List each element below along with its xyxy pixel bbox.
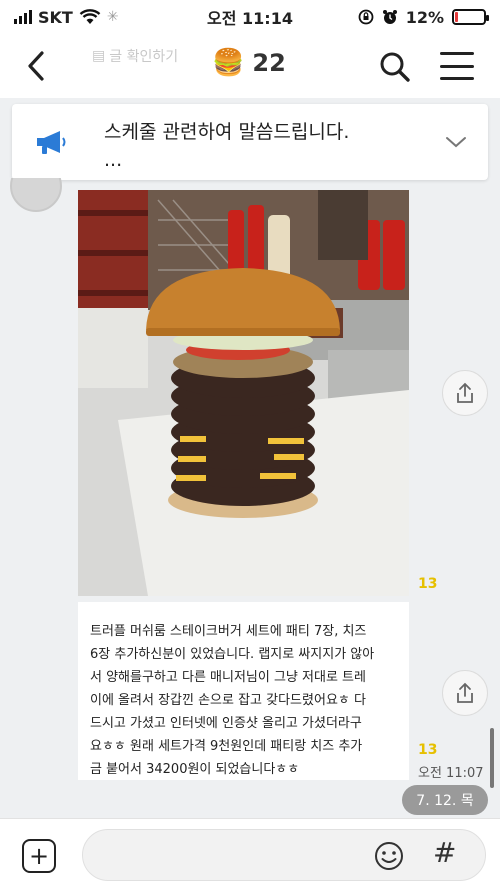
status-bar: SKT ✳ 오전 11:14 12% (0, 0, 500, 34)
message-line: 드시고 가셨고 인터넷에 인증샷 올리고 가셨더라구 (90, 716, 362, 731)
search-icon (380, 52, 410, 82)
scrollbar[interactable] (490, 728, 494, 788)
back-button[interactable] (18, 48, 54, 84)
lock-rotation-icon (358, 9, 374, 25)
share-button[interactable] (442, 670, 488, 716)
hashtag-icon[interactable]: # (433, 836, 456, 869)
message-line: 트러플 머쉬룸 스테이크버거 세트에 패티 7장, 치즈 (90, 624, 367, 639)
notice-line1: 스케줄 관련하여 말씀드립니다. (104, 121, 350, 143)
message-line: 금 붙어서 34200원이 되었습니다ㅎㅎ (90, 762, 300, 777)
signal-icon (14, 10, 32, 24)
message-bubble[interactable]: 트러플 머쉬룸 스테이크버거 세트에 패티 7장, 치즈 6장 추가하신분이 있… (78, 602, 409, 780)
megaphone-icon (37, 131, 66, 154)
message-field[interactable]: # (82, 829, 486, 881)
message-line: 6장 추가하신분이 있었습니다. 랩지로 싸지지가 않아 (90, 647, 375, 662)
alarm-icon (382, 10, 397, 24)
input-bar: + # (0, 818, 500, 888)
avatar[interactable] (10, 178, 62, 212)
status-left: SKT ✳ (14, 8, 119, 27)
message-input[interactable] (101, 842, 361, 870)
menu-line (440, 77, 474, 80)
attach-button[interactable]: + (22, 839, 56, 873)
loading-spinner-icon: ✳ (106, 9, 119, 25)
burger-photo (78, 190, 409, 596)
chevron-down-icon[interactable] (444, 130, 468, 154)
share-icon (457, 382, 473, 403)
unread-count: 13 (418, 742, 438, 758)
share-button[interactable] (442, 370, 488, 416)
message-line: 이에 올려서 장갑낀 손으로 잡고 갖다드렸어요ㅎ 다 (90, 693, 366, 708)
wifi-icon (79, 9, 101, 24)
avatar-circle (10, 178, 62, 212)
chevron-left-icon (28, 51, 44, 81)
note-shortcut[interactable]: ▤ 글 확인하기 (92, 46, 178, 66)
message-line: 서 양해를구하고 다른 매니저님이 그냥 저대로 트레 (90, 670, 366, 685)
message-line: 요ㅎㅎ 원래 세트가격 9천원인데 패티랑 치즈 추가 (90, 739, 363, 754)
status-right: 12% (358, 7, 489, 27)
emoticon-icon[interactable] (373, 840, 405, 872)
message-time: 오전 11:07 (418, 766, 484, 781)
member-count: 22 (252, 49, 286, 77)
battery-icon (452, 9, 489, 25)
unread-count: 13 (418, 576, 438, 592)
menu-line (440, 64, 474, 68)
share-icon (457, 682, 473, 703)
chat-image[interactable] (78, 190, 409, 596)
chat-title: 🍔 22 (212, 48, 286, 78)
note-shortcut-label: 글 확인하기 (109, 49, 179, 65)
plus-icon: + (28, 842, 50, 870)
notice-banner[interactable]: 스케줄 관련하여 말씀드립니다. ... (12, 104, 488, 180)
menu-line (440, 52, 474, 55)
battery-percent: 12% (405, 7, 444, 27)
menu-button[interactable] (440, 52, 474, 80)
chat-header: ▤ 글 확인하기 🍔 22 (0, 34, 500, 98)
battery-fill (455, 12, 459, 22)
carrier-label: SKT (38, 7, 73, 27)
date-chip: 7. 12. 목 (402, 785, 488, 815)
search-button[interactable] (378, 50, 412, 84)
hamburger-emoji-icon: 🍔 (212, 48, 245, 78)
note-icon: ▤ (92, 48, 106, 64)
notice-text: 스케줄 관련하여 말씀드립니다. ... (104, 118, 349, 174)
notice-line2: ... (104, 149, 123, 171)
